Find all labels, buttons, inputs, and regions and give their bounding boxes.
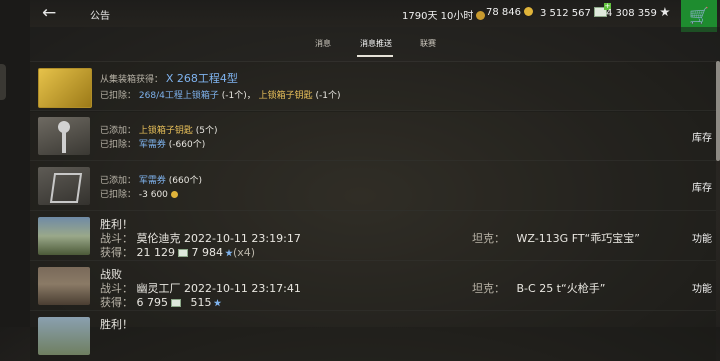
deducted-quantity: (-1个)， (221, 91, 256, 101)
tank-label: 坦克： (472, 282, 505, 295)
credits-icon: + (593, 3, 611, 17)
deducted-item: 上锁箱子钥匙 (258, 91, 313, 101)
key-icon (38, 117, 90, 155)
function-button[interactable]: 功能 (692, 280, 712, 295)
added-item: 军需券 (138, 176, 166, 186)
reward-xp: 7 984 (191, 246, 224, 259)
credits-icon (171, 299, 181, 307)
scrollbar[interactable] (716, 61, 720, 161)
side-drawer-handle[interactable] (0, 64, 6, 100)
gold-balance[interactable]: 78 846 (486, 7, 533, 18)
xp-star-icon (213, 299, 222, 307)
list-item[interactable]: 已添加： 军需券 (660个) 已扣除： -3 600 库存 (30, 160, 716, 211)
tank-name: B-C 25 t“火枪手” (516, 282, 606, 295)
container-crate-icon (38, 68, 92, 108)
added-label: 已添加： (100, 176, 137, 186)
tank-label: 坦克： (472, 232, 505, 245)
deducted-item: 268/4工程上锁箱子 (138, 91, 219, 101)
tab-league[interactable]: 联赛 (420, 38, 436, 49)
add-free-xp-icon[interactable]: + (668, 7, 670, 9)
tank-thumbnail (38, 217, 90, 255)
back-arrow-icon[interactable]: ← (42, 3, 56, 23)
deducted-label: 已扣除： (100, 140, 137, 150)
deducted-quantity: (-1个) (315, 91, 341, 101)
deducted-quantity: -3 600 (138, 190, 168, 200)
tab-push-messages[interactable]: 消息推送 (360, 38, 392, 49)
xp-star-icon (225, 249, 233, 257)
inventory-button[interactable]: 库存 (692, 129, 712, 144)
reward-credits: 6 795 (136, 296, 169, 309)
active-tab-indicator (357, 55, 393, 57)
function-button[interactable]: 功能 (692, 230, 712, 245)
credits-value: 3 512 567 (540, 8, 591, 19)
reward-credits: 21 129 (136, 246, 176, 259)
list-item[interactable]: 胜利！ 战斗： 莫伦迪克 2022-10-11 23:19:17 获得： 21 … (30, 210, 716, 261)
premium-time-value: 1790天 10小时 (402, 11, 474, 22)
added-quantity: (5个) (195, 126, 218, 136)
reward-label: 获得： (100, 296, 133, 309)
list-item[interactable]: 战败 战斗： 幽灵工厂 2022-10-11 23:17:41 获得： 6 79… (30, 260, 716, 311)
battle-result: 胜利！ (100, 318, 133, 331)
deducted-label: 已扣除： (100, 190, 137, 200)
message-tabs: 消息 消息推送 联赛 (30, 27, 720, 61)
credits-icon (178, 249, 188, 257)
received-vehicle: X 268工程4型 (165, 72, 238, 85)
tab-messages[interactable]: 消息 (315, 38, 331, 49)
credits-balance[interactable]: 3 512 567 + (540, 3, 611, 19)
tank-name: WZ-113G FT“乖巧宝宝” (516, 232, 640, 245)
added-label: 已添加： (100, 126, 137, 136)
deducted-item: 军需券 (138, 140, 166, 150)
left-edge-strip (0, 0, 30, 327)
voucher-icon (38, 167, 90, 205)
premium-time[interactable]: 1790天 10小时 (402, 7, 486, 22)
inventory-button[interactable]: 库存 (692, 179, 712, 194)
added-quantity: (660个) (168, 176, 202, 186)
tank-thumbnail (38, 267, 90, 305)
gold-coin-icon (170, 191, 178, 198)
gold-coin-icon (524, 7, 533, 16)
list-item[interactable]: 从集装箱获得： X 268工程4型 已扣除： 268/4工程上锁箱子 (-1个)… (30, 61, 716, 112)
premium-icon (476, 11, 486, 20)
reward-label: 获得： (100, 246, 133, 259)
top-bar: ← 公告 1790天 10小时 78 846 3 512 567 + 4 308 … (30, 0, 720, 27)
free-xp-value: 4 308 359 (606, 8, 657, 19)
gold-value: 78 846 (486, 7, 521, 18)
free-xp-icon: + (660, 7, 670, 17)
received-label: 从集装箱获得： (100, 75, 164, 85)
deducted-quantity: (-660个) (168, 140, 206, 150)
list-item[interactable]: 已添加： 上锁箱子钥匙 (5个) 已扣除： 军需券 (-660个) 库存 (30, 110, 716, 161)
xp-multiplier: (x4) (233, 246, 256, 259)
tank-thumbnail (38, 317, 90, 355)
message-list[interactable]: 从集装箱获得： X 268工程4型 已扣除： 268/4工程上锁箱子 (-1个)… (30, 61, 716, 361)
free-xp-balance[interactable]: 4 308 359 + (606, 7, 670, 19)
list-item[interactable]: 胜利！ (30, 310, 716, 361)
reward-xp: 515 (190, 296, 212, 309)
notice-label[interactable]: 公告 (90, 7, 110, 22)
added-item: 上锁箱子钥匙 (138, 126, 193, 136)
deducted-label: 已扣除： (100, 91, 137, 101)
